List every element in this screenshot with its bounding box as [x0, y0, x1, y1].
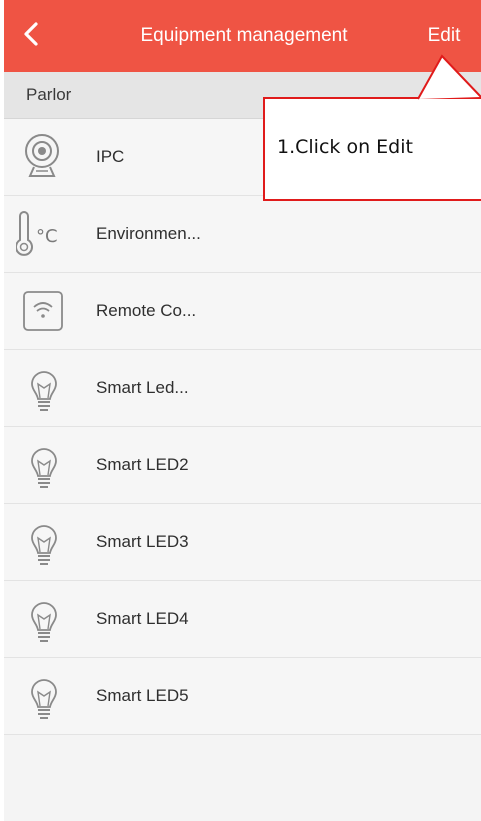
device-label: Smart Led...	[96, 378, 189, 397]
device-label: Remote Co...	[96, 301, 197, 320]
device-label: Smart LED2	[96, 455, 189, 474]
edit-button[interactable]: Edit	[416, 22, 472, 50]
bulb-icon	[16, 437, 72, 493]
bulb-icon	[16, 591, 72, 647]
device-label: Smart LED3	[96, 532, 189, 551]
instruction-callout: 1.Click on Edit	[263, 97, 481, 201]
instruction-text: 1.Click on Edit	[277, 136, 413, 158]
thermometer-icon: °C	[15, 206, 72, 262]
room-label: Parlor	[26, 85, 72, 104]
camera-icon	[16, 129, 72, 185]
device-label: Environmen...	[96, 224, 201, 243]
device-label: Smart LED5	[96, 686, 189, 705]
device-row-smart-led-1[interactable]: Smart Led...	[4, 350, 481, 427]
bulb-icon	[16, 514, 72, 570]
device-row-environment[interactable]: °C Environmen...	[4, 196, 481, 273]
chevron-left-icon	[23, 21, 39, 52]
page-title: Equipment management	[140, 25, 348, 46]
bulb-icon	[16, 360, 72, 416]
device-row-smart-led-2[interactable]: Smart LED2	[4, 427, 481, 504]
svg-text:°C: °C	[36, 226, 58, 247]
device-row-remote[interactable]: Remote Co...	[4, 273, 481, 350]
device-row-smart-led-4[interactable]: Smart LED4	[4, 581, 481, 658]
title-bar: Equipment management Edit	[4, 0, 481, 72]
wifi-remote-icon	[16, 283, 72, 339]
device-label: IPC	[96, 147, 125, 166]
device-label: Smart LED4	[96, 609, 189, 628]
device-list: IPC °C Environmen... Remote Co... Smart …	[4, 119, 481, 735]
device-row-smart-led-3[interactable]: Smart LED3	[4, 504, 481, 581]
device-row-smart-led-5[interactable]: Smart LED5	[4, 658, 481, 735]
back-button[interactable]	[16, 20, 46, 52]
bulb-icon	[16, 668, 72, 724]
